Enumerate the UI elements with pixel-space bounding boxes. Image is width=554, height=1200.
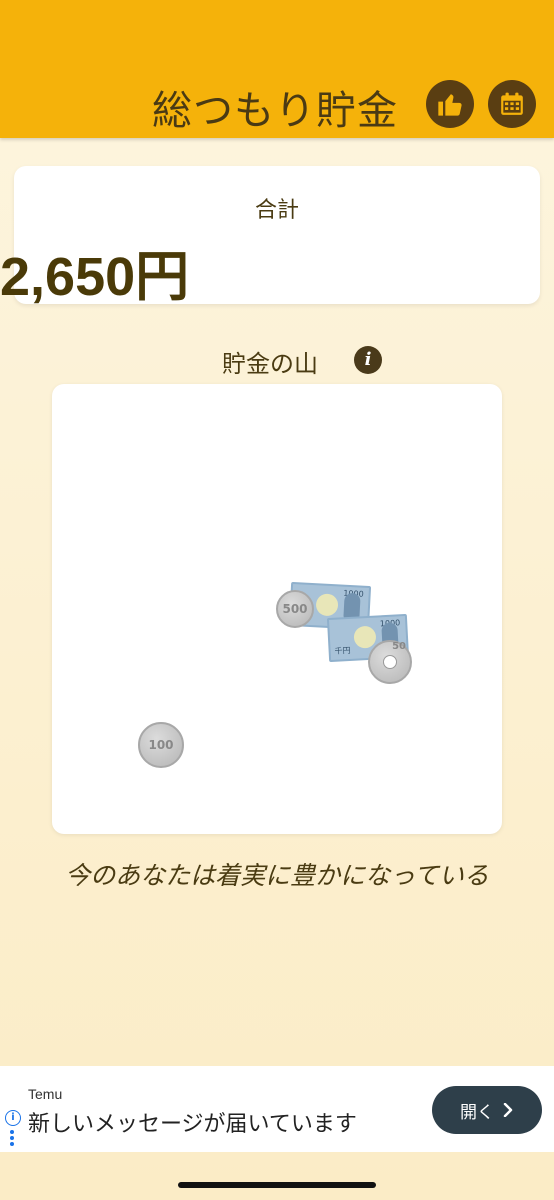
ad-banner[interactable]: i Temu 新しいメッセージが届いています 開く [0, 1066, 554, 1152]
total-label: 合計 [254, 198, 299, 223]
page-title: 総つもり貯金 [152, 88, 398, 134]
savings-pile-title: 貯金の山 [222, 350, 318, 378]
ad-open-label: 開く [460, 1102, 494, 1123]
50-yen-coin: 50 [368, 640, 412, 684]
home-indicator[interactable] [178, 1182, 376, 1188]
calendar-button[interactable] [488, 80, 536, 128]
calendar-icon [501, 92, 523, 115]
info-icon[interactable]: i [354, 346, 382, 374]
ad-options-icon[interactable] [10, 1130, 14, 1148]
500-yen-coin: 500 [276, 590, 314, 628]
ad-text: 新しいメッセージが届いています [28, 1112, 357, 1137]
savings-pile[interactable]: 1000 1000 千円 500 50 100 [52, 384, 502, 834]
ad-brand: Temu [28, 1086, 63, 1102]
total-value: 2,650円 [0, 247, 190, 307]
like-button[interactable] [426, 80, 474, 128]
ad-open-button[interactable]: 開く [432, 1086, 542, 1134]
ad-info-icon[interactable]: i [5, 1110, 21, 1126]
encouragement-message: 今のあなたは着実に豊かになっている [65, 861, 489, 890]
thumbs-up-icon [438, 94, 462, 116]
100-yen-coin: 100 [138, 722, 184, 768]
app-header: 総つもり貯金 [0, 0, 554, 138]
chevron-right-icon [503, 1103, 513, 1117]
